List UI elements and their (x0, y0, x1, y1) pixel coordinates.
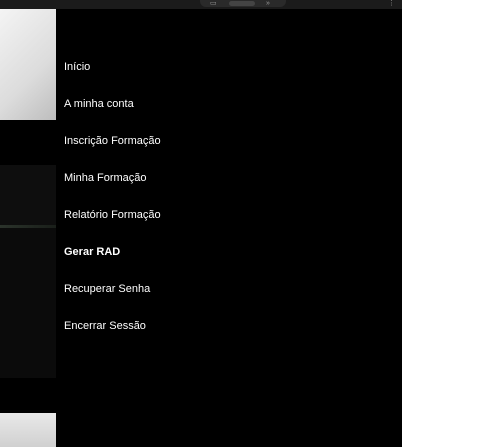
menu-link-recuperar-senha[interactable]: Recuperar Senha (64, 282, 150, 296)
menu-link-encerrar-sessao[interactable]: Encerrar Sessão (64, 319, 146, 333)
menu-link-minha-formacao[interactable]: Minha Formação (64, 171, 147, 185)
menu-item-encerrar-sessao: Encerrar Sessão (64, 316, 161, 353)
menu-item-recuperar-senha: Recuperar Senha (64, 279, 161, 316)
menu-item-minha-conta: A minha conta (64, 94, 161, 131)
navigation-menu: Início A minha conta Inscrição Formação … (64, 57, 161, 353)
toolbar-slot (229, 1, 255, 6)
background-image-bottom (0, 413, 56, 447)
app-frame: ▭ » ⋮ Início A minha conta Inscrição For… (0, 0, 402, 447)
menu-item-gerar-rad: Gerar RAD (64, 242, 161, 279)
chevron-icon[interactable]: » (266, 0, 270, 7)
menu-link-minha-conta[interactable]: A minha conta (64, 97, 134, 111)
menu-item-inicio: Início (64, 57, 161, 94)
background-panel-lower (0, 228, 56, 378)
browser-toolbar: ▭ » ⋮ (0, 0, 402, 9)
menu-link-inscricao-formacao[interactable]: Inscrição Formação (64, 134, 161, 148)
copy-icon[interactable]: ▭ (210, 0, 217, 7)
menu-link-gerar-rad[interactable]: Gerar RAD (64, 245, 120, 259)
menu-link-relatorio-formacao[interactable]: Relatório Formação (64, 208, 161, 222)
menu-item-minha-formacao: Minha Formação (64, 168, 161, 205)
background-image-top (0, 9, 56, 120)
more-icon[interactable]: ⋮ (388, 0, 395, 7)
background-panel (0, 165, 56, 225)
menu-link-inicio[interactable]: Início (64, 60, 90, 74)
menu-item-relatorio-formacao: Relatório Formação (64, 205, 161, 242)
menu-item-inscricao-formacao: Inscrição Formação (64, 131, 161, 168)
